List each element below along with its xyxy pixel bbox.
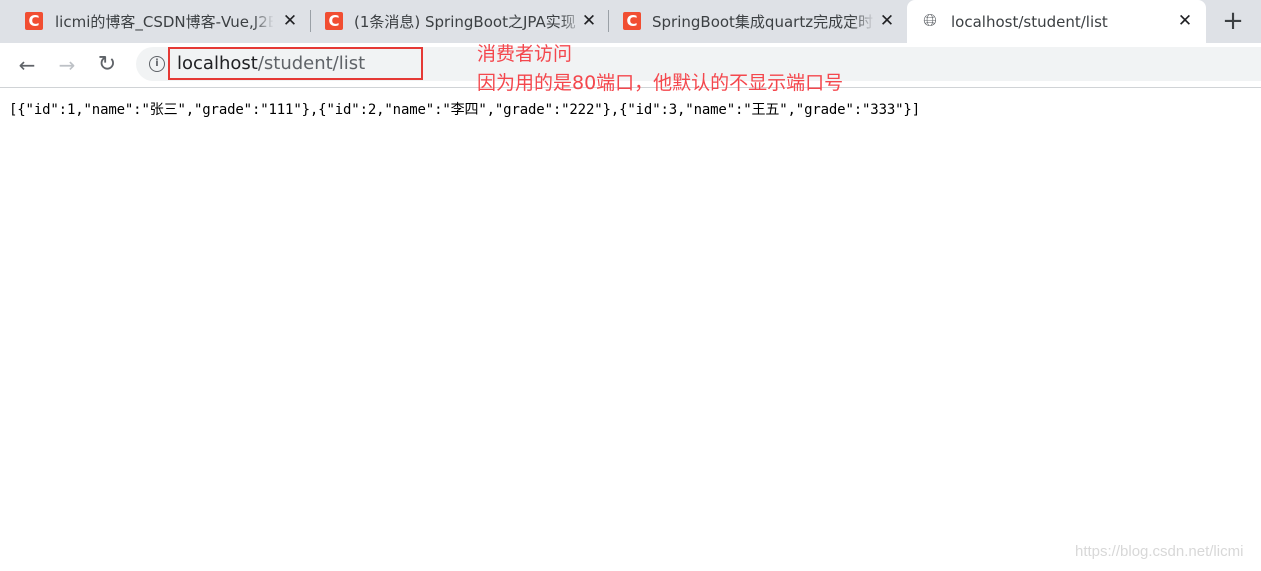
tab-localhost-student-list[interactable]: 🌐︎ localhost/student/list ✕ xyxy=(907,0,1206,43)
json-response: [{"id":1,"name":"张三","grade":"111"},{"id… xyxy=(9,102,920,118)
tab-licmi-blog[interactable]: C licmi的博客_CSDN博客-Vue,J2E ✕ xyxy=(0,0,311,43)
tab-title: (1条消息) SpringBoot之JPA实现 xyxy=(354,13,576,31)
tab-springboot-quartz[interactable]: C SpringBoot集成quartz完成定时 ✕ xyxy=(609,0,907,43)
csdn-icon: C xyxy=(623,12,641,30)
close-icon[interactable]: ✕ xyxy=(1175,10,1195,32)
forward-button[interactable]: → xyxy=(54,53,80,77)
close-icon[interactable]: ✕ xyxy=(280,10,300,32)
annotation-line-1: 消费者访问 xyxy=(477,43,573,65)
info-icon[interactable]: i xyxy=(149,56,165,72)
url-highlight-box xyxy=(168,47,423,80)
tab-fade xyxy=(252,10,274,34)
globe-icon: 🌐︎ xyxy=(923,11,937,31)
csdn-icon: C xyxy=(325,12,343,30)
tab-fade xyxy=(853,10,875,34)
close-icon[interactable]: ✕ xyxy=(877,10,897,32)
reload-button[interactable]: ↻ xyxy=(94,53,120,77)
tab-springboot-jpa[interactable]: C (1条消息) SpringBoot之JPA实现 ✕ xyxy=(311,0,609,43)
back-button[interactable]: ← xyxy=(14,53,40,77)
csdn-icon: C xyxy=(25,12,43,30)
tab-strip: C licmi的博客_CSDN博客-Vue,J2E ✕ C (1条消息) Spr… xyxy=(0,0,1261,43)
tab-title: localhost/student/list xyxy=(951,13,1108,31)
tab-title: licmi的博客_CSDN博客-Vue,J2E xyxy=(55,13,273,31)
watermark: https://blog.csdn.net/licmi xyxy=(1075,543,1244,560)
tab-title: SpringBoot集成quartz完成定时 xyxy=(652,13,874,31)
close-icon[interactable]: ✕ xyxy=(579,10,599,32)
new-tab-button[interactable]: + xyxy=(1220,8,1246,34)
annotation-line-2: 因为用的是80端口，他默认的不显示端口号 xyxy=(477,72,844,94)
